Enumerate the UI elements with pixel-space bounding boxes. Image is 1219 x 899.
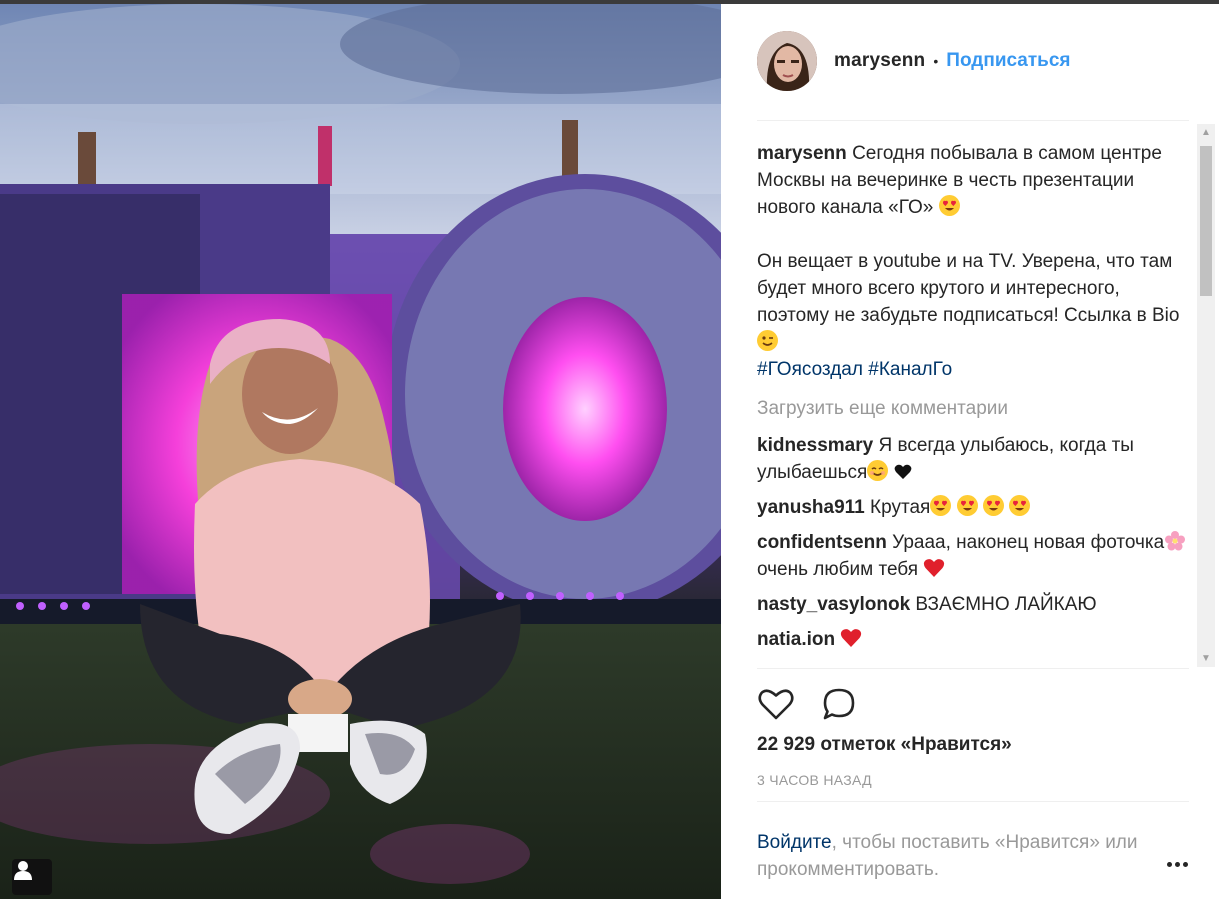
comment-item: yanusha911 Крутая: [757, 494, 1192, 521]
post-author-username[interactable]: marysenn: [834, 50, 925, 72]
comment-username[interactable]: nasty_vasylonok: [757, 594, 910, 615]
comment-item: natia.ion: [757, 626, 1192, 653]
heart-eyes-emoji-icon: [956, 495, 978, 516]
post-timestamp[interactable]: 3 ЧАСОВ НАЗАД: [757, 772, 872, 788]
login-prompt: Войдите, чтобы поставить «Нравится» или …: [757, 829, 1157, 883]
smiling-face-emoji-icon: [867, 460, 889, 481]
comment-item: nasty_vasylonok ВЗАЄМНО ЛАЙКАЮ: [757, 591, 1192, 618]
hashtag-link[interactable]: #ГОясоздал: [757, 359, 863, 380]
heart-eyes-emoji-icon: [982, 495, 1004, 516]
heart-eyes-emoji-icon: [938, 195, 960, 216]
login-link[interactable]: Войдите: [757, 832, 832, 853]
comment-username[interactable]: yanusha911: [757, 497, 865, 518]
post-header: marysenn • Подписаться: [757, 30, 1071, 92]
heart-eyes-emoji-icon: [1009, 495, 1031, 516]
comment-text: Крутая: [870, 497, 931, 518]
caption-text-part-2: Он вещает в youtube и на TV. Уверена, чт…: [757, 251, 1180, 326]
header-separator-dot: •: [933, 53, 939, 69]
comments-divider: [757, 668, 1189, 669]
comment-username[interactable]: confidentsenn: [757, 532, 887, 553]
comment-bubble-icon: [823, 688, 855, 720]
comments-list[interactable]: marysenn Сегодня побывала в самом центре…: [757, 140, 1192, 664]
comment-username[interactable]: natia.ion: [757, 629, 835, 650]
comment-text: Урааа, наконец новая фоточка: [892, 532, 1165, 553]
black-heart-emoji-icon: [894, 464, 912, 479]
comment-text: очень любим тебя: [757, 559, 919, 580]
load-more-comments-button[interactable]: Загрузить еще комментарии: [757, 395, 1192, 422]
post-side-panel: marysenn • Подписаться marysenn Сегодня …: [721, 4, 1219, 899]
winking-face-emoji-icon: [757, 330, 778, 351]
comment-text: ВЗАЄМНО ЛАЙКАЮ: [915, 594, 1097, 615]
cherry-blossom-emoji-icon: [1165, 531, 1186, 551]
caption-username[interactable]: marysenn: [757, 143, 847, 164]
comment-username[interactable]: kidnessmary: [757, 435, 873, 456]
likes-count[interactable]: 22 929 отметок «Нравится»: [757, 734, 1012, 756]
avatar[interactable]: [757, 31, 817, 91]
post-photo[interactable]: [0, 4, 721, 899]
scroll-up-arrow-icon[interactable]: ▲: [1197, 124, 1215, 141]
hashtag-link[interactable]: #КаналГо: [868, 359, 952, 380]
heart-outline-icon: [758, 689, 794, 720]
user-tag-icon[interactable]: [12, 859, 52, 895]
heart-eyes-emoji-icon: [930, 495, 952, 516]
photo-illustration: [0, 4, 721, 899]
more-dot: [1166, 861, 1172, 867]
follow-button[interactable]: Подписаться: [946, 50, 1070, 72]
like-button[interactable]: [757, 685, 795, 723]
avatar-image: [757, 31, 817, 91]
comment-item: kidnessmary Я всегда улыбаюсь, когда ты …: [757, 432, 1192, 486]
comment-button[interactable]: [820, 685, 858, 723]
comments-scrollbar[interactable]: ▲ ▼: [1197, 124, 1215, 667]
scrollbar-thumb[interactable]: [1200, 146, 1212, 296]
red-heart-emoji-icon: [841, 629, 862, 647]
more-options-icon[interactable]: [1161, 854, 1193, 874]
post-caption: marysenn Сегодня побывала в самом центре…: [757, 140, 1192, 383]
scroll-down-arrow-icon[interactable]: ▼: [1197, 650, 1215, 667]
comment-item: confidentsenn Урааа, наконец новая фоточ…: [757, 529, 1192, 583]
red-heart-emoji-icon: [924, 559, 945, 577]
more-dot: [1182, 861, 1188, 867]
header-divider: [757, 120, 1189, 121]
person-silhouette-icon: [14, 861, 32, 880]
post-actions: [757, 682, 858, 726]
footer-divider: [757, 801, 1189, 802]
more-dot: [1174, 861, 1180, 867]
